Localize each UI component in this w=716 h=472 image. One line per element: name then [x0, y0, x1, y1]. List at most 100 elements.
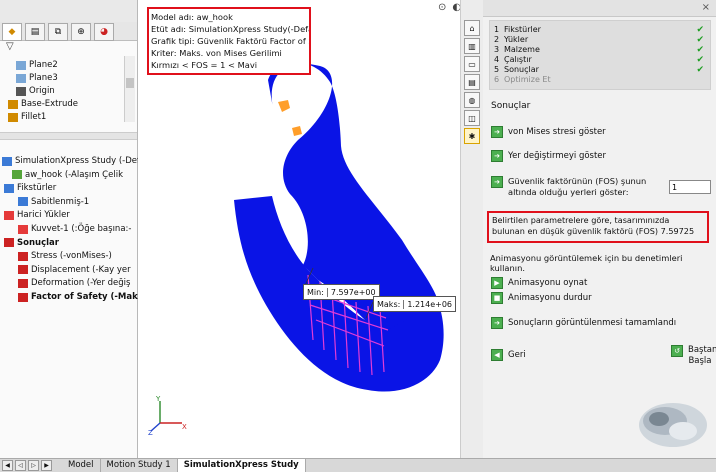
sim-tree-item[interactable]: Harici Yükler	[4, 210, 70, 220]
arrow-right-icon: ➔	[491, 126, 503, 138]
stop-animation-button[interactable]: ■ Animasyonu durdur	[491, 292, 592, 304]
sim-tree-item[interactable]: Fikstürler	[4, 183, 56, 193]
sim-tree-item[interactable]: Displacement (-Kay yer	[18, 265, 131, 275]
show-displacement-button[interactable]: ➔ Yer değiştirmeyi göster	[491, 150, 606, 162]
graphics-viewport[interactable]: Model adı: aw_hook Etüt adı: SimulationX…	[138, 0, 468, 458]
first-tab-icon[interactable]: ◀	[2, 460, 13, 471]
back-label: Geri	[508, 350, 526, 360]
sim-tree-item[interactable]: aw_hook (-Alaşım Çelik	[12, 170, 123, 180]
dimxpert-tab[interactable]: ⊕	[71, 23, 91, 41]
sim-tree-item-label: Deformation (-Yer değiş	[31, 278, 131, 289]
play-animation-button[interactable]: ▶ Animasyonu oynat	[491, 277, 587, 289]
appearance-icon[interactable]: ◫	[464, 110, 480, 126]
heads-up-toolbar: ⊙ ◐	[438, 2, 461, 16]
display-icon: ◕	[100, 27, 108, 37]
check-icon: ✔	[696, 24, 704, 35]
probe-max-value: 1.214e+06	[403, 299, 452, 309]
info-box: Model adı: aw_hook Etüt adı: SimulationX…	[147, 7, 311, 75]
done-viewing-button[interactable]: ➔ Sonuçların görüntülenmesi tamamlandı	[491, 317, 676, 329]
sim-tree-item[interactable]: Sabitlenmiş-1	[18, 197, 89, 207]
property-tab[interactable]: ▤	[25, 23, 45, 41]
arrow-right-icon[interactable]: ➔	[491, 176, 503, 188]
sim-tree-item-label: Harici Yükler	[17, 210, 70, 221]
fixture-markers	[278, 100, 302, 136]
home-icon[interactable]: ⌂	[464, 20, 480, 36]
tree-item-label: Base-Extrude	[21, 99, 79, 109]
info-line: Kriter: Maks. von Mises Gerilimi	[151, 48, 282, 58]
axis-y-label: Y	[155, 395, 161, 403]
step-label: Çalıştır	[504, 55, 532, 64]
config-tab[interactable]: ⧉	[48, 23, 68, 41]
step-number: 4	[494, 55, 500, 64]
view-orient-icon[interactable]: ⊙	[438, 2, 446, 16]
tab-model[interactable]: Model	[62, 459, 101, 472]
close-icon[interactable]: ×	[702, 2, 710, 13]
restart-button[interactable]: ↺ Baştan Başla	[671, 345, 716, 367]
simulationxpress-icon[interactable]: ✱	[464, 128, 480, 144]
back-button[interactable]: ◀ Geri	[491, 349, 526, 361]
feature-tree-scrollbar[interactable]	[124, 56, 135, 122]
sim-tree-item[interactable]: Sonuçlar	[4, 238, 59, 248]
feature-tree-tab[interactable]: ◆	[2, 23, 22, 41]
step-label: Optimize Et	[504, 75, 551, 84]
tree-splitter[interactable]	[0, 132, 137, 140]
scrollbar-thumb[interactable]	[126, 78, 134, 88]
tree-item[interactable]: Base-Extrude	[8, 99, 78, 109]
fixed-icon	[18, 197, 28, 207]
deformation-icon	[18, 278, 28, 288]
feature-manager-panel: ◆ ▤ ⧉ ⊕ ◕ ▽ Plane2 Plane3 Origin Base-Extru…	[0, 0, 151, 471]
sim-tree-item[interactable]: Stress (-vonMises-)	[18, 251, 112, 261]
tree-item[interactable]: Fillet1	[8, 112, 46, 122]
step-number: 2	[494, 35, 500, 44]
wizard-step[interactable]: 3 Malzeme ✔	[494, 44, 704, 55]
wizard-step[interactable]: 5 Sonuçlar ✔	[494, 65, 704, 75]
check-icon: ✔	[696, 44, 704, 55]
wizard-step[interactable]: 6 Optimize Et	[494, 75, 704, 84]
result-message: Belirtilen parametrelere göre, tasarımın…	[487, 211, 709, 243]
tree-item[interactable]: Origin	[16, 86, 55, 96]
triad-icon: Y X Z	[148, 395, 187, 435]
prev-tab-icon[interactable]: ◁	[15, 460, 26, 471]
sim-tree-item-label: SimulationXpress Study (-Defau	[15, 156, 151, 166]
sim-tree-item[interactable]: SimulationXpress Study (-Defau	[2, 156, 151, 166]
feature-manager-tabs: ◆ ▤ ⧉ ⊕ ◕	[0, 22, 137, 41]
wizard-step[interactable]: 4 Çalıştır ✔	[494, 54, 704, 65]
tree-item[interactable]: Plane3	[16, 73, 58, 83]
check-icon: ✔	[696, 54, 704, 65]
arrow-right-icon: ➔	[491, 150, 503, 162]
next-tab-icon[interactable]: ▷	[28, 460, 39, 471]
fixtures-icon	[4, 183, 14, 193]
fos-input[interactable]	[669, 180, 711, 194]
stop-icon: ■	[491, 292, 503, 304]
last-tab-icon[interactable]: ▶	[41, 460, 52, 471]
step-label: Yükler	[504, 35, 529, 44]
filter-icon[interactable]: ▽	[6, 41, 14, 52]
sim-tree-item[interactable]: Factor of Safety (-Mak	[18, 292, 138, 302]
tree-item[interactable]: Plane2	[16, 60, 58, 70]
sim-tree-item[interactable]: Kuvvet-1 (:Öğe başına:-	[18, 224, 131, 234]
tree-item-label: Origin	[29, 86, 55, 96]
axis-x-label: X	[182, 423, 187, 431]
config-icon: ⧉	[54, 27, 62, 37]
filter-row: ▽	[0, 40, 137, 54]
sim-tree-item-label: Displacement (-Kay yer	[31, 264, 131, 275]
displacement-icon	[18, 265, 28, 275]
tab-simulationxpress[interactable]: SimulationXpress Study	[177, 459, 306, 472]
sim-tree-item[interactable]: Deformation (-Yer değiş	[18, 278, 130, 288]
show-vonmises-button[interactable]: ➔ von Mises stresi göster	[491, 126, 606, 138]
sim-tree-item-label: Kuvvet-1 (:Öğe başına:-	[31, 224, 132, 234]
study-icon	[2, 156, 12, 166]
back-arrow-icon: ◀	[491, 349, 503, 361]
palette-icon[interactable]: ◍	[464, 92, 480, 108]
tab-motion-study[interactable]: Motion Study 1	[101, 459, 178, 472]
results-icon	[4, 238, 14, 248]
wizard-step[interactable]: 2 Yükler ✔	[494, 35, 704, 45]
step-label: Malzeme	[504, 45, 540, 54]
task-pane-tabs: ⌂ ▥ ▭ ▤ ◍ ◫ ✱	[460, 0, 484, 458]
library-icon[interactable]: ▥	[464, 38, 480, 54]
file-explorer-icon[interactable]: ▭	[464, 56, 480, 72]
display-tab[interactable]: ◕	[94, 23, 114, 41]
wizard-step[interactable]: 1 Fikstürler ✔	[494, 24, 704, 35]
folder-icon[interactable]: ▤	[464, 74, 480, 90]
simulationxpress-graphic	[639, 403, 707, 447]
